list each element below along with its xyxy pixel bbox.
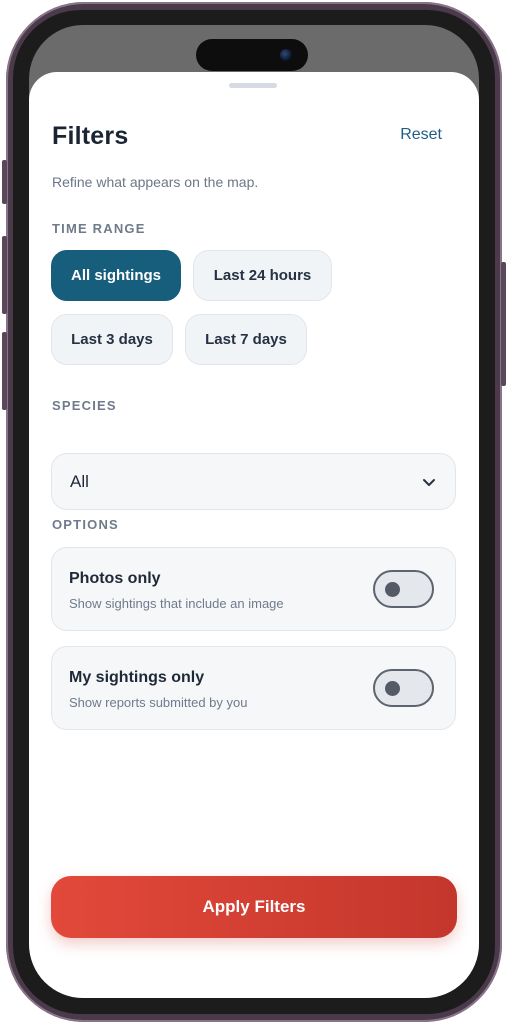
species-select[interactable]: All [51, 453, 456, 510]
species-select-value: All [70, 471, 89, 491]
time-range-label: TIME RANGE [52, 221, 146, 236]
toggle-knob [385, 681, 400, 696]
chevron-down-icon [423, 478, 435, 486]
apply-filters-button[interactable]: Apply Filters [51, 876, 457, 938]
option-photos-only: Photos only Show sightings that include … [51, 547, 456, 631]
photos-only-toggle[interactable] [373, 570, 434, 608]
chip-last-7-days[interactable]: Last 7 days [185, 314, 307, 365]
camera-icon [280, 49, 292, 61]
option-title: My sightings only [69, 669, 205, 686]
page-title: Filters [52, 122, 129, 150]
option-title: Photos only [69, 570, 161, 587]
power-button [501, 262, 506, 386]
species-label: SPECIES [52, 398, 117, 413]
filters-sheet: Filters Reset Refine what appears on the… [29, 72, 479, 998]
options-label: OPTIONS [52, 517, 119, 532]
chip-all-sightings[interactable]: All sightings [51, 250, 181, 301]
dynamic-island [196, 39, 308, 71]
reset-button[interactable]: Reset [400, 126, 442, 144]
sheet-grabber[interactable] [229, 83, 277, 88]
option-description: Show reports submitted by you [69, 695, 248, 710]
chip-last-24-hours[interactable]: Last 24 hours [193, 250, 332, 301]
toggle-knob [385, 582, 400, 597]
action-button [2, 160, 7, 204]
volume-up-button [2, 236, 7, 314]
option-my-sightings-only: My sightings only Show reports submitted… [51, 646, 456, 730]
option-description: Show sightings that include an image [69, 596, 284, 611]
chip-last-3-days[interactable]: Last 3 days [51, 314, 173, 365]
my-sightings-only-toggle[interactable] [373, 669, 434, 707]
phone-screen: Filters Reset Refine what appears on the… [29, 25, 479, 998]
page-subtitle: Refine what appears on the map. [52, 174, 259, 190]
volume-down-button [2, 332, 7, 410]
